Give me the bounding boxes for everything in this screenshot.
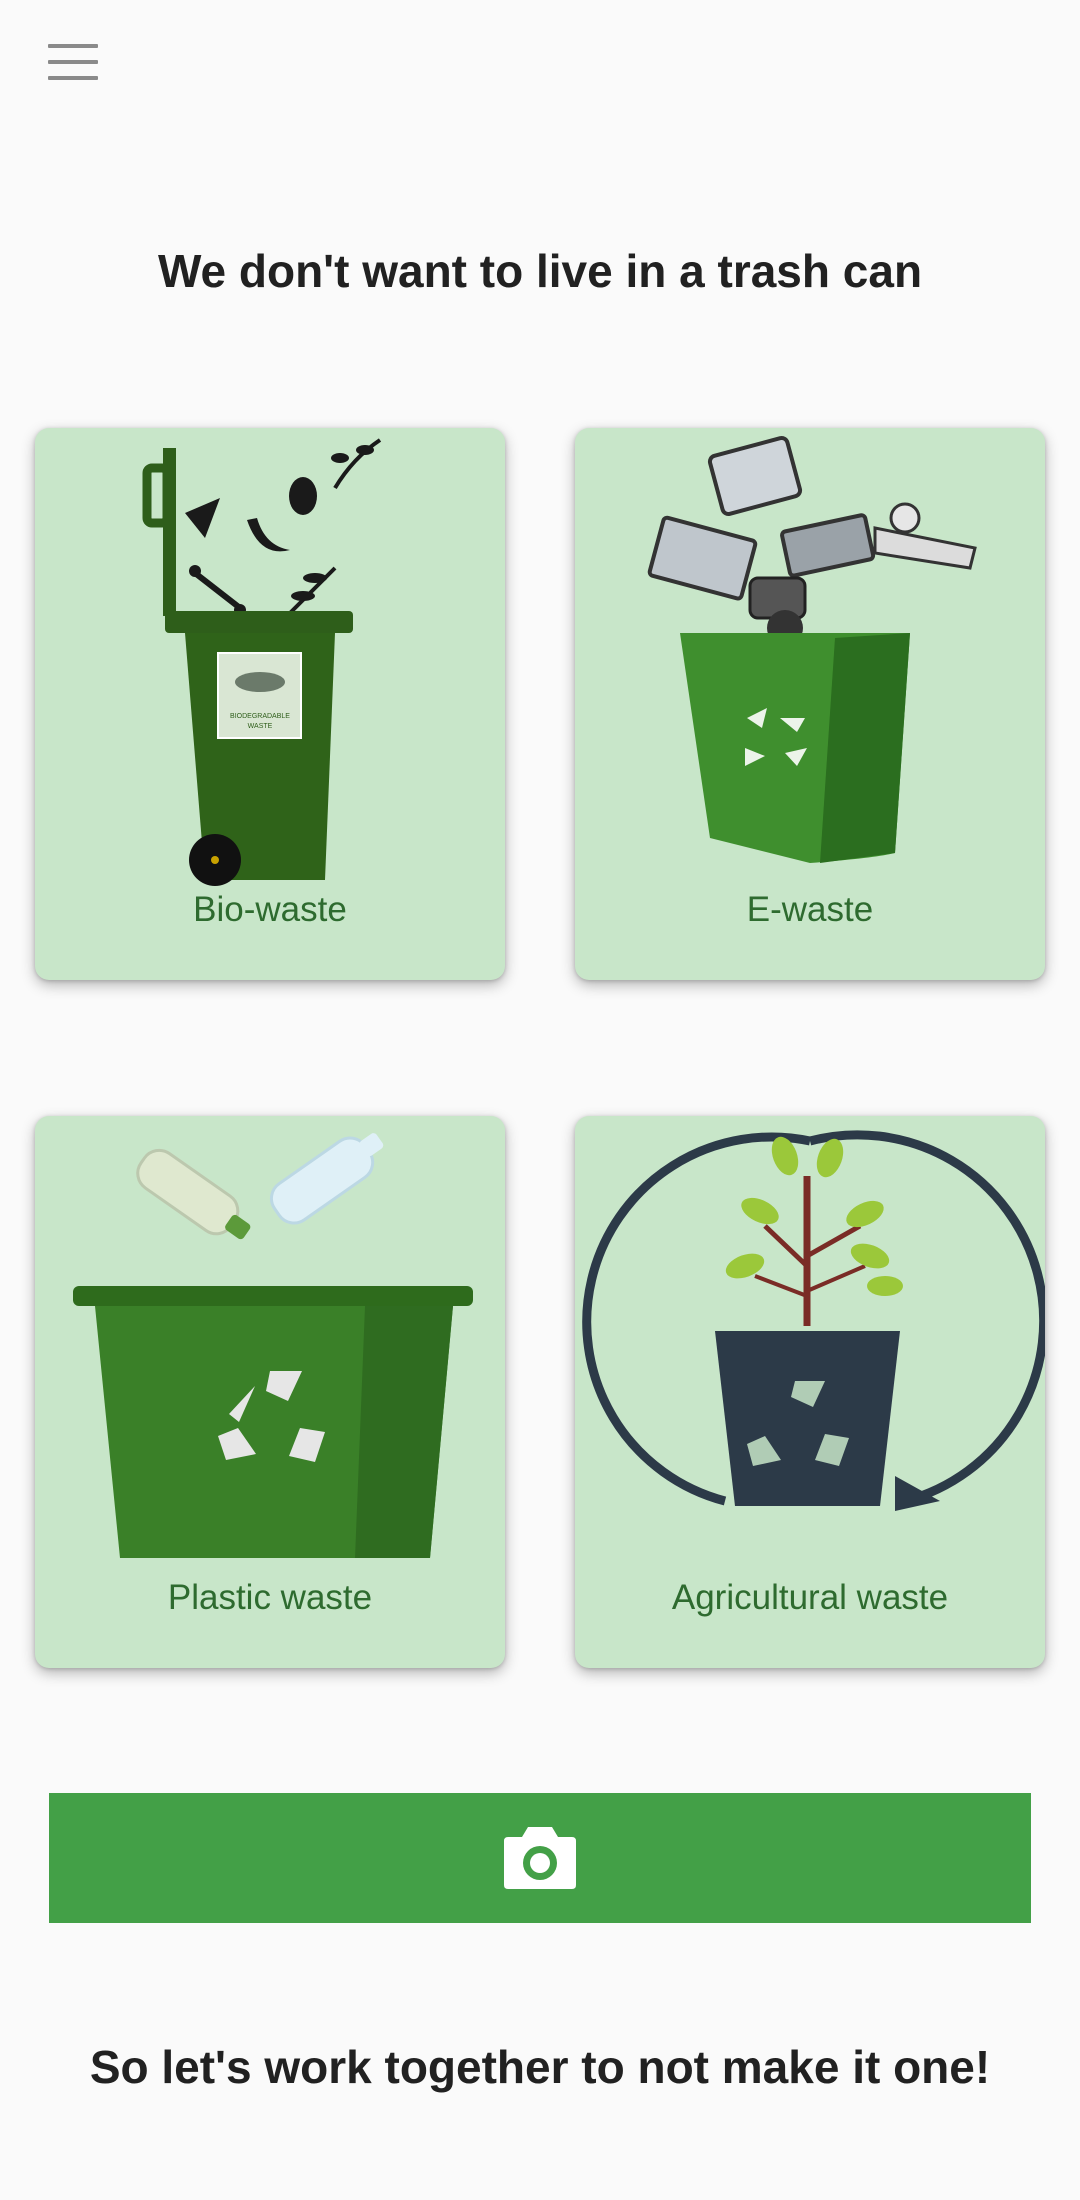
category-card-e-waste[interactable]: E-waste — [575, 428, 1045, 980]
category-label: Agricultural waste — [671, 1578, 949, 1617]
page-title: We don't want to live in a trash can — [157, 245, 923, 297]
camera-icon — [504, 1827, 576, 1889]
category-card-bio-waste[interactable]: BIODEGRADABLE WASTE Bio-waste — [35, 428, 505, 980]
hamburger-menu-icon[interactable] — [48, 44, 98, 80]
svg-text:BIODEGRADABLE: BIODEGRADABLE — [230, 713, 290, 720]
category-card-agricultural-waste[interactable]: Agricultural waste — [575, 1116, 1045, 1668]
biodegradable-bin-icon: BIODEGRADABLE WASTE — [142, 438, 382, 886]
footer-text: So let's work together to not make it on… — [89, 2041, 991, 2093]
plastic-recycle-bin-icon — [73, 1133, 473, 1558]
category-label: E-waste — [746, 890, 874, 929]
agricultural-recycle-icon — [582, 1130, 1045, 1511]
e-waste-bin-icon — [647, 436, 977, 863]
svg-text:WASTE: WASTE — [248, 723, 273, 730]
category-label: Plastic waste — [167, 1578, 373, 1617]
camera-button[interactable] — [49, 1793, 1031, 1923]
category-card-plastic-waste[interactable]: Plastic waste — [35, 1116, 505, 1668]
category-label: Bio-waste — [193, 890, 347, 929]
